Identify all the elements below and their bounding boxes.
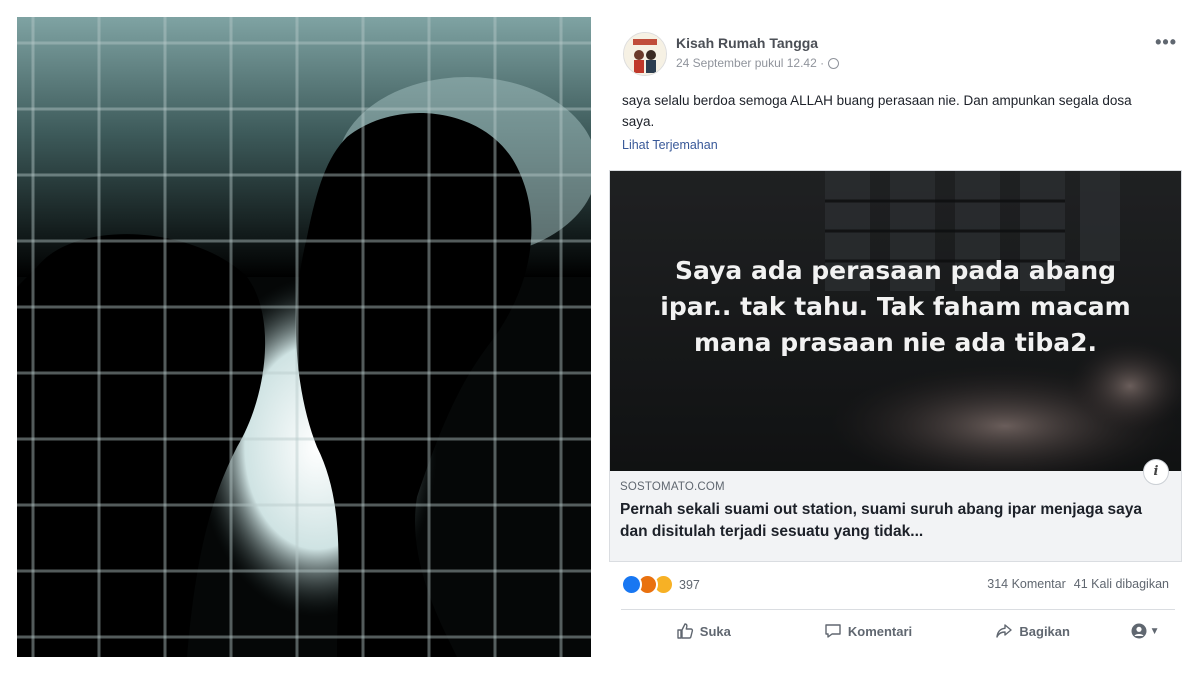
comment-button[interactable]: Komentari — [786, 622, 951, 640]
image-caption-text: Saya ada perasaan pada abang ipar.. tak … — [610, 253, 1181, 361]
reaction-summary[interactable]: 397 — [621, 574, 700, 595]
page-name-link[interactable]: Kisah Rumah Tangga — [676, 35, 818, 51]
link-preview-card[interactable]: Saya ada perasaan pada abang ipar.. tak … — [609, 170, 1182, 562]
silhouette-photo — [17, 17, 591, 657]
reaction-count[interactable]: 397 — [679, 578, 700, 592]
share-count[interactable]: 41 Kali dibagikan — [1074, 577, 1169, 591]
comment-count[interactable]: 314 Komentar — [987, 577, 1066, 591]
caption-line: ipar.. tak tahu. Tak faham macam — [660, 292, 1131, 321]
profile-avatar-icon — [1131, 623, 1147, 639]
share-button[interactable]: Bagikan — [950, 622, 1115, 640]
share-label: Bagikan — [1019, 623, 1070, 639]
page-avatar[interactable] — [623, 32, 667, 76]
comment-icon — [825, 624, 841, 638]
more-options-icon[interactable]: ••• — [1155, 32, 1177, 53]
audience-selector[interactable]: ▼ — [1115, 623, 1175, 639]
link-preview-image[interactable]: Saya ada perasaan pada abang ipar.. tak … — [610, 171, 1181, 471]
post-stats: 314 Komentar 41 Kali dibagikan — [987, 577, 1169, 591]
caption-line: Saya ada perasaan pada abang — [674, 256, 1117, 285]
share-icon — [996, 624, 1013, 638]
info-icon[interactable]: i — [1143, 459, 1169, 485]
divider — [621, 609, 1175, 610]
comment-label: Komentari — [847, 623, 913, 639]
timestamp-text[interactable]: 24 September pukul 12.42 · — [676, 56, 824, 70]
post-body-text: saya selalu berdoa semoga ALLAH buang pe… — [622, 93, 1132, 129]
post-timestamp[interactable]: 24 September pukul 12.42 · — [676, 56, 840, 70]
action-bar: Suka Komentari Bagikan ▼ — [621, 614, 1175, 648]
chevron-down-icon: ▼ — [1149, 625, 1160, 637]
caption-line: mana prasaan nie ada tiba2. — [693, 328, 1098, 357]
like-label: Suka — [699, 623, 731, 639]
link-domain: SOSTOMATO.COM — [620, 481, 725, 493]
link-title[interactable]: Pernah sekali suami out station, suami s… — [620, 499, 1160, 543]
globe-icon — [828, 57, 840, 69]
like-icon — [621, 574, 642, 595]
facebook-post: Kisah Rumah Tangga 24 September pukul 12… — [603, 14, 1193, 666]
see-translation-link[interactable]: Lihat Terjemahan — [622, 138, 718, 152]
thumbs-up-icon — [677, 623, 693, 639]
like-button[interactable]: Suka — [621, 622, 786, 640]
